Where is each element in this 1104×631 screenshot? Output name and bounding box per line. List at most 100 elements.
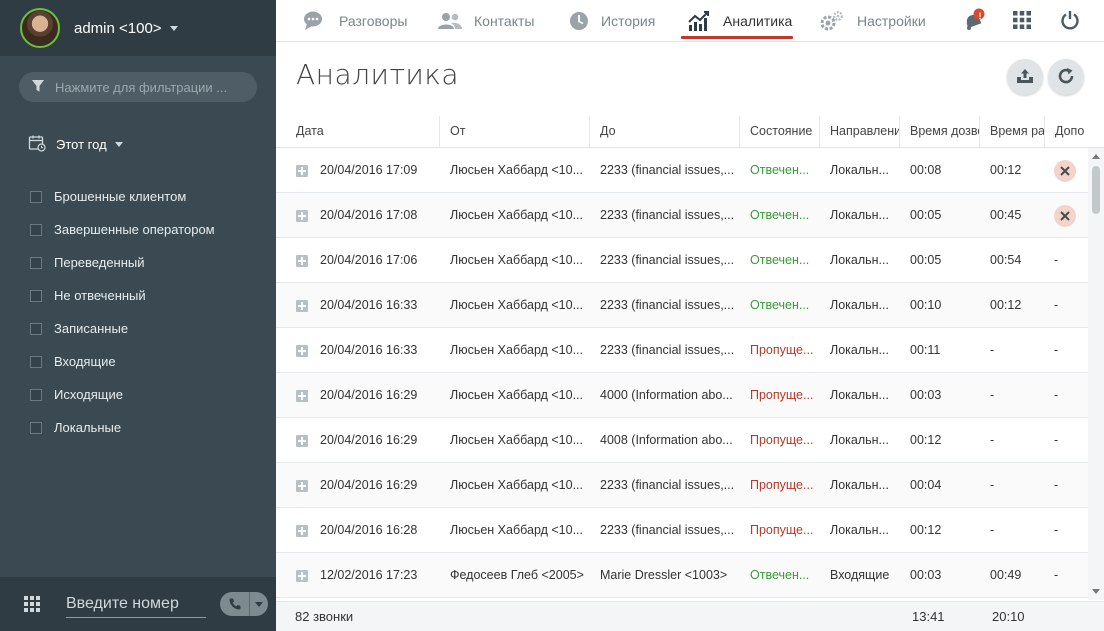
table-row[interactable]: 20/04/2016 16:33 Люсьен Хаббард <10... 223… — [276, 328, 1088, 373]
cell-ring-time: 00:11 — [910, 343, 941, 357]
filter-label[interactable]: Не отвеченный — [54, 288, 146, 303]
filter-label[interactable]: Записанные — [54, 321, 128, 336]
filter-label[interactable]: Исходящие — [54, 387, 123, 402]
nav-label[interactable]: Аналитика — [723, 13, 792, 29]
cell-ring-time: 00:10 — [910, 298, 942, 312]
nav-tab-settings[interactable]: Настройки — [819, 0, 926, 42]
column-header-status[interactable]: Состояние — [740, 116, 820, 148]
expand-plus-icon[interactable] — [296, 300, 308, 312]
call-options-chevron-icon[interactable] — [250, 601, 268, 607]
filter-label[interactable]: Брошенные клиентом — [54, 189, 186, 204]
table-row[interactable]: 20/04/2016 16:28 Люсьен Хаббард <10... 223… — [276, 508, 1088, 553]
table-row[interactable]: 20/04/2016 16:29 Люсьен Хаббард <10... 223… — [276, 463, 1088, 508]
cell-from: Люсьен Хаббард <10... — [450, 478, 583, 492]
expand-plus-icon[interactable] — [296, 435, 308, 447]
period-selector[interactable]: Этот год — [28, 134, 123, 155]
filter-label[interactable]: Завершенные оператором — [54, 222, 215, 237]
refresh-button[interactable] — [1048, 59, 1084, 95]
filter-label[interactable]: Локальные — [54, 420, 121, 435]
filter-item[interactable]: Исходящие — [30, 378, 215, 411]
user-name[interactable]: admin <100> — [74, 20, 162, 37]
chevron-down-icon[interactable] — [169, 25, 178, 31]
column-header-extra[interactable]: Допо — [1045, 116, 1104, 148]
cell-to: 2233 (financial issues,... — [600, 523, 735, 537]
phone-number-input[interactable] — [66, 590, 206, 618]
table-row[interactable]: 20/04/2016 16:29 Люсьен Хаббард <10... 400… — [276, 373, 1088, 418]
table-row[interactable]: 20/04/2016 17:09 Люсьен Хаббард <10... 223… — [276, 148, 1088, 193]
cell-status: Отвечен... — [750, 163, 810, 177]
export-button[interactable] — [1007, 59, 1043, 95]
filter-item[interactable]: Не отвеченный — [30, 279, 215, 312]
filter-input[interactable] — [55, 79, 235, 95]
column-header-from[interactable]: От — [440, 116, 590, 148]
apps-grid-icon — [1013, 10, 1031, 32]
column-header-direction[interactable]: Направлени — [820, 116, 900, 148]
user-header[interactable]: admin <100> — [0, 0, 276, 56]
expand-plus-icon[interactable] — [296, 525, 308, 537]
column-header-to[interactable]: До — [590, 116, 740, 148]
expand-plus-icon[interactable] — [296, 210, 308, 222]
column-header-date[interactable]: Дата — [286, 116, 440, 148]
scroll-up-arrow-icon[interactable] — [1092, 154, 1100, 159]
cell-extra: - — [1054, 433, 1059, 447]
checkbox[interactable] — [30, 421, 42, 434]
delete-button[interactable] — [1054, 205, 1076, 227]
scroll-down-arrow-icon[interactable] — [1092, 589, 1100, 594]
nav-label[interactable]: Разговоры — [339, 13, 407, 29]
table-row[interactable]: 20/04/2016 16:33 Люсьен Хаббард <10... 223… — [276, 283, 1088, 328]
checkbox[interactable] — [30, 190, 42, 203]
phone-icon[interactable] — [220, 592, 250, 616]
analytics-chart-icon — [687, 10, 711, 32]
expand-plus-icon[interactable] — [296, 255, 308, 267]
logout-button[interactable] — [1058, 9, 1082, 33]
table-scrollbar[interactable] — [1088, 148, 1104, 600]
notifications-button[interactable]: ! — [962, 8, 986, 33]
checkbox[interactable] — [30, 289, 42, 302]
filter-item[interactable]: Переведенный — [30, 246, 215, 279]
filter-label[interactable]: Переведенный — [54, 255, 145, 270]
table-row[interactable]: 12/02/2016 17:23 Федосеев Глеб <2005> Mari… — [276, 553, 1088, 598]
column-header-ring-time[interactable]: Время дозво — [900, 116, 980, 148]
chevron-down-icon[interactable] — [114, 142, 123, 147]
filter-item[interactable]: Входящие — [30, 345, 215, 378]
cell-from: Люсьен Хаббард <10... — [450, 523, 583, 537]
dialpad-icon[interactable] — [24, 596, 40, 612]
nav-label[interactable]: Контакты — [474, 13, 534, 29]
table-row[interactable]: 20/04/2016 17:06 Люсьен Хаббард <10... 223… — [276, 238, 1088, 283]
expand-plus-icon[interactable] — [296, 390, 308, 402]
filter-label[interactable]: Входящие — [54, 354, 116, 369]
cell-status: Пропуще... — [750, 523, 814, 537]
column-header-talk-time[interactable]: Время ра — [980, 116, 1045, 148]
cell-to: 2233 (financial issues,... — [600, 163, 735, 177]
delete-button[interactable] — [1054, 160, 1076, 182]
cell-direction: Локальн... — [830, 298, 889, 312]
expand-plus-icon[interactable] — [296, 345, 308, 357]
table-row[interactable]: 20/04/2016 17:08 Люсьен Хаббард <10... 223… — [276, 193, 1088, 238]
filter-item[interactable]: Записанные — [30, 312, 215, 345]
checkbox[interactable] — [30, 256, 42, 269]
apps-grid-button[interactable] — [1010, 9, 1034, 33]
checkbox[interactable] — [30, 355, 42, 368]
filter-item[interactable]: Брошенные клиентом — [30, 180, 215, 213]
filter-item[interactable]: Завершенные оператором — [30, 213, 215, 246]
nav-label[interactable]: История — [601, 13, 655, 29]
cell-date: 20/04/2016 17:09 — [320, 163, 418, 177]
cell-extra: - — [1054, 523, 1059, 537]
avatar[interactable] — [20, 8, 60, 48]
call-button[interactable] — [220, 592, 268, 616]
expand-plus-icon[interactable] — [296, 165, 308, 177]
filter-item[interactable]: Локальные — [30, 411, 215, 444]
expand-plus-icon[interactable] — [296, 480, 308, 492]
checkbox[interactable] — [30, 388, 42, 401]
nav-tab-conversations[interactable]: Разговоры — [303, 0, 407, 42]
expand-plus-icon[interactable] — [296, 570, 308, 582]
table-row[interactable]: 20/04/2016 16:29 Люсьен Хаббард <10... 400… — [276, 418, 1088, 463]
period-label[interactable]: Этот год — [56, 137, 107, 152]
nav-tab-contacts[interactable]: Контакты — [438, 0, 534, 42]
nav-tab-history[interactable]: История — [569, 0, 655, 42]
filter-field[interactable] — [19, 72, 257, 102]
checkbox[interactable] — [30, 322, 42, 335]
scroll-thumb[interactable] — [1092, 166, 1100, 214]
nav-label[interactable]: Настройки — [857, 13, 926, 29]
checkbox[interactable] — [30, 223, 42, 236]
